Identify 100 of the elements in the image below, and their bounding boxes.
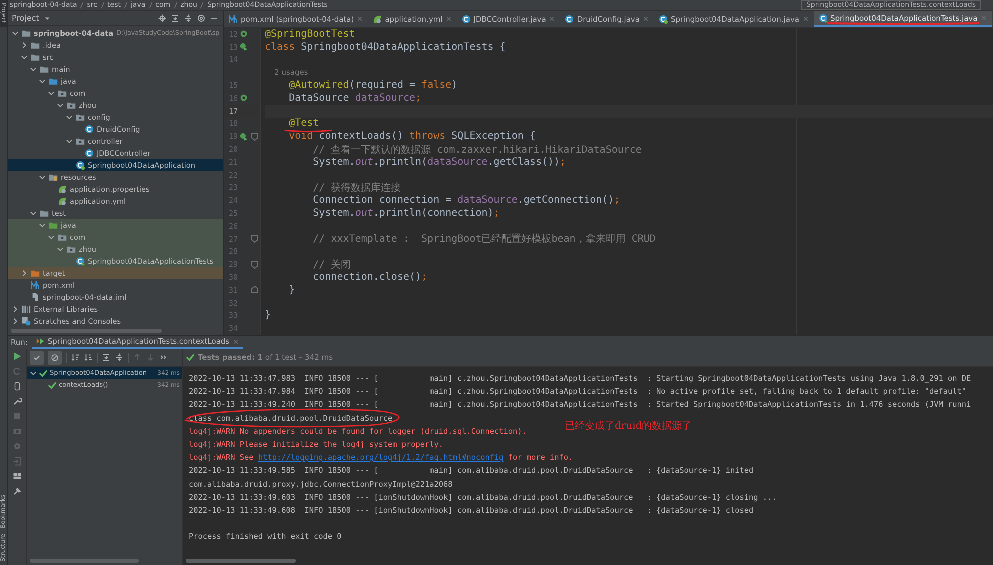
leaf-gear-icon	[58, 196, 67, 206]
scrollbar[interactable]	[186, 559, 296, 563]
class-icon	[76, 256, 85, 266]
code-token: // 查看一下默认的数据源 com.zaxxer.hikari.HikariDataSource	[312, 144, 642, 157]
breadcrumb-separator-icon	[124, 2, 128, 8]
code-token: .getConnection()	[518, 195, 614, 206]
code-token: void	[288, 131, 314, 142]
code-token: System.	[312, 156, 356, 168]
code-token: ;	[614, 195, 620, 206]
code-token: ;	[560, 156, 566, 168]
library-icon	[22, 304, 31, 314]
chevron-down-icon[interactable]	[66, 138, 73, 144]
chevron-down-icon[interactable]	[30, 370, 37, 376]
annotation-note: 已经变成了druid的数据源了	[565, 420, 692, 433]
code-token: @Autowired	[288, 80, 350, 92]
code-token: .println(	[373, 156, 428, 168]
chevron-down-icon[interactable]	[12, 30, 19, 36]
code-token: }	[265, 310, 272, 322]
code-token: ;	[416, 92, 422, 104]
code-token: out	[355, 208, 374, 220]
check-filter-icon[interactable]	[30, 350, 44, 364]
crosshair-icon[interactable]	[158, 14, 167, 22]
expand-all-icon[interactable]	[171, 14, 180, 22]
pin-icon[interactable]	[12, 487, 22, 496]
code-token: Connection connection =	[312, 195, 453, 206]
collapse-all-icon[interactable]	[115, 353, 124, 362]
code-token: Springboot04DataApplicationTests {	[301, 42, 506, 53]
chevron-down-icon[interactable]	[39, 174, 46, 180]
ban-filter-icon[interactable]	[48, 350, 62, 364]
class-icon	[76, 160, 85, 170]
class-icon	[658, 14, 668, 24]
chevron-right-icon[interactable]	[21, 270, 28, 276]
breadcrumb-separator-icon	[100, 2, 105, 8]
code-token: SQLException {	[452, 131, 536, 142]
file-icon	[31, 292, 40, 302]
leaf-gear-icon	[58, 184, 67, 194]
fold-icon[interactable]	[250, 260, 258, 269]
class-icon	[85, 148, 94, 158]
sort-alphabetical-icon[interactable]	[71, 353, 80, 362]
sort-duration-icon[interactable]	[84, 353, 93, 362]
code-token: dataSource	[458, 195, 518, 206]
expand-all-icon[interactable]	[102, 353, 111, 362]
project-view-dropdown[interactable]: Project	[12, 14, 40, 22]
code-token: .println(connection)	[373, 208, 494, 220]
maven-icon	[229, 14, 238, 24]
folder-icon	[49, 172, 58, 182]
maven-icon	[31, 280, 40, 290]
code-token: throws	[410, 131, 447, 142]
breadcrumb-separator-icon	[174, 2, 178, 8]
code-token: out	[355, 156, 374, 168]
code-token: DataSource	[288, 92, 350, 104]
code-token: false	[422, 80, 452, 92]
layout-icon[interactable]	[12, 472, 22, 481]
code-token: ;	[422, 272, 428, 284]
code-token: dataSource	[355, 92, 416, 104]
module-folder-icon	[22, 28, 31, 38]
wrench-icon[interactable]	[12, 397, 22, 406]
class-icon	[85, 124, 94, 134]
run-gutter-icon[interactable]	[240, 132, 248, 141]
bean-gutter-icon[interactable]	[240, 94, 248, 102]
code-token: )	[452, 80, 458, 92]
code-token: contextLoads()	[319, 131, 404, 142]
code-token: (required =	[349, 80, 417, 92]
test-run-icon	[36, 337, 45, 346]
package-icon	[58, 88, 67, 98]
package-icon	[67, 100, 76, 110]
scratch-icon	[22, 316, 31, 326]
fold-icon[interactable]	[250, 286, 258, 294]
breadcrumb-separator-icon	[80, 2, 84, 8]
package-icon	[76, 136, 85, 146]
code-token: ;	[494, 208, 500, 220]
code-token: connection.close()	[312, 272, 422, 284]
fold-icon[interactable]	[250, 235, 258, 244]
chevron-right-icon[interactable]	[21, 42, 28, 48]
breadcrumb-separator-icon	[148, 2, 153, 8]
package-icon	[67, 244, 76, 254]
code-token: }	[288, 284, 296, 296]
fold-icon[interactable]	[250, 132, 258, 141]
breadcrumb-separator-icon	[200, 2, 204, 8]
run-gutter-icon[interactable]	[240, 43, 248, 52]
bean-gutter-icon[interactable]	[240, 30, 248, 38]
class-icon	[462, 14, 471, 24]
code-token: .getClass())	[488, 156, 560, 168]
collapse-all-icon[interactable]	[184, 14, 193, 22]
class-icon	[565, 14, 574, 24]
leaf-gear-icon	[373, 14, 382, 24]
code-token: dataSource	[428, 156, 488, 168]
code-token: // 获得数据库连接	[312, 182, 402, 195]
package-icon	[58, 232, 67, 242]
check-icon	[186, 353, 195, 362]
package-icon	[76, 112, 85, 122]
class-icon	[818, 14, 828, 22]
code-token: @Test	[288, 118, 320, 130]
run-icon[interactable]	[12, 352, 22, 361]
code-token: class	[265, 42, 296, 53]
code-token: // 关闭	[312, 258, 352, 272]
code-token: System.	[312, 208, 356, 220]
code-token: // xxxTemplate : SpringBoot已经配置好模板bean，拿来即用 CRUD	[312, 232, 656, 246]
more-icon[interactable]	[159, 353, 168, 362]
code-token: @SpringBootTest	[265, 28, 356, 40]
